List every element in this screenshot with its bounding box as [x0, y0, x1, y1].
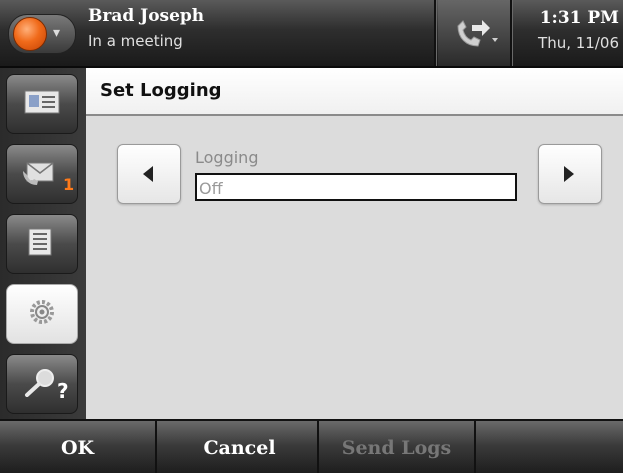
unread-badge: 1: [63, 175, 75, 194]
status-bar: ▾ Brad Joseph In a meeting 1:31 PM Thu, …: [0, 0, 623, 68]
call-log-icon: [28, 228, 52, 256]
help-search-icon: [25, 369, 54, 397]
cancel-button[interactable]: Cancel: [162, 421, 319, 473]
nav-settings-button[interactable]: [6, 284, 78, 344]
user-name: Brad Joseph: [88, 6, 205, 26]
user-status: In a meeting: [88, 32, 183, 50]
presence-status-icon: [13, 17, 47, 51]
contact-card-icon: [24, 90, 60, 114]
clock-time: 1:31 PM: [539, 8, 619, 28]
softkey-bar: OK Cancel Send Logs: [0, 419, 623, 473]
arrow-right-icon: [564, 166, 574, 182]
phone-screen: ▾ Brad Joseph In a meeting 1:31 PM Thu, …: [0, 0, 623, 473]
presence-button[interactable]: ▾: [8, 14, 76, 54]
call-forward-icon: [457, 20, 498, 47]
logging-value-field[interactable]: Off: [195, 173, 517, 201]
send-logs-button[interactable]: Send Logs: [319, 421, 476, 473]
chevron-down-icon: ▾: [53, 25, 61, 41]
nav-contacts-button[interactable]: [6, 74, 78, 134]
call-forward-button[interactable]: [438, 0, 510, 66]
empty-softkey: [476, 421, 623, 473]
help-question-mark: ?: [57, 379, 69, 403]
clock-date: Thu, 11/06: [538, 34, 619, 52]
voicemail-icon: [23, 162, 54, 185]
logging-label: Logging: [195, 148, 259, 167]
nav-call-log-button[interactable]: [6, 214, 78, 274]
nav-help-button[interactable]: ?: [6, 354, 78, 414]
ok-button[interactable]: OK: [0, 421, 157, 473]
side-navigation: 1 ?: [0, 68, 86, 419]
settings-panel: Set Logging Logging Off: [86, 68, 623, 419]
divider: [434, 0, 437, 66]
next-option-button[interactable]: [538, 144, 602, 204]
previous-option-button[interactable]: [117, 144, 181, 204]
arrow-left-icon: [143, 166, 153, 182]
divider: [510, 0, 513, 66]
nav-voicemail-button[interactable]: 1: [6, 144, 78, 204]
page-header: Set Logging: [86, 68, 623, 116]
page-title: Set Logging: [100, 80, 222, 101]
settings-gear-icon: [30, 300, 54, 324]
